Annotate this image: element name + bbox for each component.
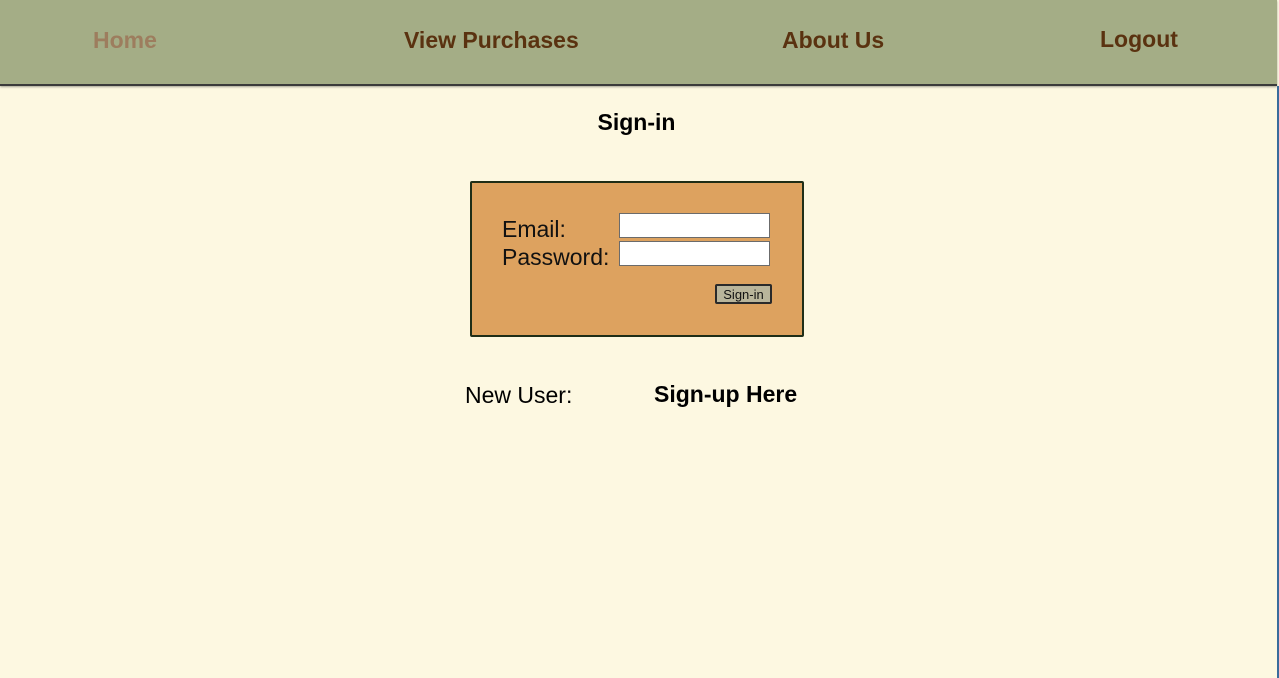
nav-view-purchases-link[interactable]: View Purchases [404, 27, 579, 54]
password-label: Password: [502, 244, 610, 270]
nav-home-link[interactable]: Home [93, 27, 157, 54]
page-title: Sign-in [597, 109, 676, 135]
signup-link[interactable]: Sign-up Here [654, 381, 797, 408]
signin-form: Email: Password: Sign-in [470, 181, 804, 337]
nav-about-us-link[interactable]: About Us [782, 27, 884, 54]
password-field[interactable] [619, 241, 770, 266]
top-navbar: Home View Purchases About Us Logout [0, 0, 1277, 86]
new-user-label: New User: [465, 382, 573, 408]
nav-logout-link[interactable]: Logout [1100, 26, 1178, 53]
signin-button[interactable]: Sign-in [715, 284, 772, 304]
email-field[interactable] [619, 213, 770, 238]
email-label: Email: [502, 216, 566, 242]
